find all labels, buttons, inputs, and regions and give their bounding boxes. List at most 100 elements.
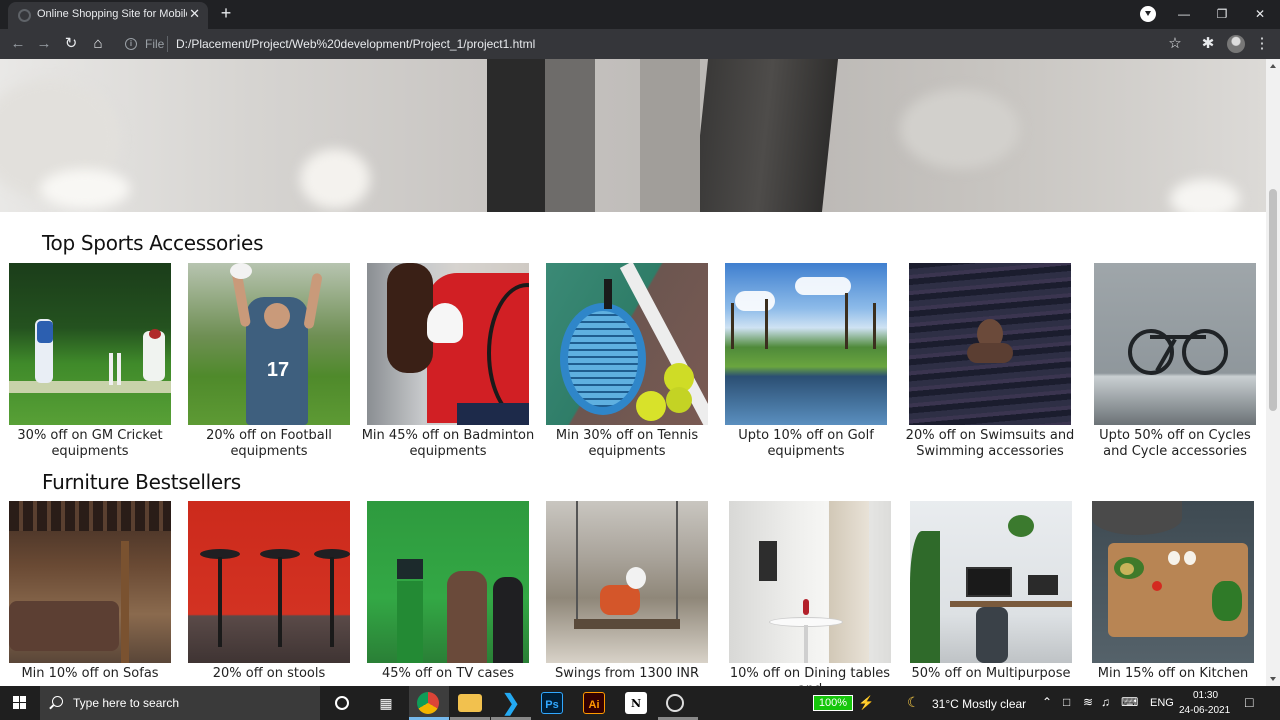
back-icon[interactable]: ← (8, 34, 28, 54)
windows-taskbar: Type here to search ▦ ❯ Ps Ai N 100% ⚡ ☾… (0, 686, 1280, 720)
minimize-button[interactable]: — (1165, 0, 1203, 29)
browser-tab[interactable]: Online Shopping Site for Mobiles ✕ (8, 2, 208, 29)
close-window-button[interactable]: ✕ (1241, 0, 1279, 29)
illustrator-icon[interactable]: Ai (583, 692, 605, 714)
product-caption: Min 45% off on Badminton equipments (361, 428, 535, 459)
dining-table-image[interactable] (729, 501, 891, 663)
product-caption: 45% off on TV cases (381, 666, 515, 681)
battery-indicator[interactable]: 100% (813, 695, 853, 711)
product-caption: 10% off on Dining tables and (729, 666, 891, 686)
cycle-image[interactable] (1094, 263, 1256, 425)
product-caption: Upto 50% off on Cycles and Cycle accesso… (1099, 428, 1251, 459)
section-title-sports: Top Sports Accessories (42, 231, 264, 255)
browser-tab-bar: Online Shopping Site for Mobiles ✕ + — ❐… (0, 0, 1280, 29)
product-card-tv-cases[interactable]: 45% off on TV cases (367, 501, 529, 682)
url-scheme-label: File (145, 37, 165, 51)
reload-icon[interactable]: ↻ (61, 34, 81, 54)
product-card-multipurpose[interactable]: 50% off on Multipurpose (910, 501, 1072, 682)
extensions-icon[interactable]: ✱ (1198, 34, 1218, 54)
product-caption: Swings from 1300 INR (554, 666, 700, 681)
address-bar[interactable]: D:/Placement/Project/Web%20development/P… (176, 37, 535, 51)
tennis-image[interactable] (546, 263, 708, 425)
device-icon[interactable]: □ (1063, 695, 1070, 709)
product-caption: 20% off on stools (212, 666, 326, 681)
obs-icon[interactable] (666, 694, 684, 712)
badminton-image[interactable] (367, 263, 529, 425)
tv-case-image[interactable] (367, 501, 529, 663)
product-card-cricket[interactable]: 30% off on GM Cricket equipments (9, 263, 171, 460)
product-card-stools[interactable]: 20% off on stools (188, 501, 350, 682)
product-caption: 20% off on Swimsuits and Swimming access… (905, 428, 1075, 459)
stools-image[interactable] (188, 501, 350, 663)
profile-avatar-icon[interactable] (1227, 35, 1245, 53)
product-card-tennis[interactable]: Min 30% off on Tennis equipments (546, 263, 708, 460)
charging-plug-icon: ⚡ (858, 695, 875, 710)
product-card-football[interactable]: 17 20% off on Football equipments (188, 263, 350, 460)
site-info-icon[interactable]: i (125, 38, 137, 50)
tab-title: Online Shopping Site for Mobiles (37, 8, 187, 20)
volume-icon[interactable]: ♫ (1101, 695, 1110, 709)
weather-moon-icon[interactable]: ☾ (907, 694, 920, 711)
product-caption: 30% off on GM Cricket equipments (17, 428, 163, 459)
windows-start-icon[interactable] (13, 696, 27, 710)
product-caption: Min 15% off on Kitchen (1097, 666, 1249, 681)
football-image[interactable]: 17 (188, 263, 350, 425)
task-view-icon[interactable]: ▦ (374, 691, 398, 715)
clock-time[interactable]: 01:30 (1193, 690, 1218, 701)
swimming-image[interactable] (909, 263, 1071, 425)
product-caption: 20% off on Football equipments (206, 428, 332, 459)
keyboard-icon[interactable]: ⌨ (1121, 695, 1138, 709)
product-card-dining-tables[interactable]: 10% off on Dining tables and (729, 501, 891, 686)
photoshop-icon[interactable]: Ps (541, 692, 563, 714)
product-caption: 50% off on Multipurpose (911, 666, 1071, 681)
product-caption: Upto 10% off on Golf equipments (738, 428, 874, 459)
address-separator (167, 36, 168, 52)
page-scrollbar[interactable] (1266, 59, 1280, 686)
tab-search-icon[interactable] (1140, 6, 1156, 22)
maximize-button[interactable]: ❐ (1203, 0, 1241, 29)
product-card-kitchen[interactable]: Min 15% off on Kitchen (1092, 501, 1254, 682)
home-icon[interactable]: ⌂ (88, 34, 108, 54)
product-card-badminton[interactable]: Min 45% off on Badminton equipments (362, 263, 534, 460)
file-explorer-icon[interactable] (458, 694, 482, 712)
menu-kebab-icon[interactable]: ⋮ (1252, 34, 1272, 54)
search-icon (52, 696, 63, 707)
clock-date[interactable]: 24-06-2021 (1179, 705, 1230, 716)
bookmark-star-icon[interactable]: ☆ (1165, 34, 1185, 54)
notion-icon[interactable]: N (625, 692, 647, 714)
chrome-icon[interactable] (417, 692, 439, 714)
new-tab-button[interactable]: + (216, 3, 236, 23)
cricket-image[interactable] (9, 263, 171, 425)
hero-banner-image (0, 59, 1266, 212)
golf-image[interactable] (725, 263, 887, 425)
cortana-icon[interactable] (335, 696, 349, 710)
browser-toolbar: ← → ↻ ⌂ i File D:/Placement/Project/Web%… (0, 29, 1280, 59)
product-card-sofas[interactable]: Min 10% off on Sofas (9, 501, 171, 682)
product-caption: Min 30% off on Tennis equipments (555, 428, 699, 459)
close-tab-icon[interactable]: ✕ (189, 6, 200, 22)
sofa-image[interactable] (9, 501, 171, 663)
product-caption: Min 10% off on Sofas (21, 666, 159, 681)
search-placeholder: Type here to search (73, 696, 180, 710)
scroll-up-icon[interactable] (1270, 64, 1276, 68)
weather-text[interactable]: 31°C Mostly clear (932, 697, 1026, 711)
page-viewport: Top Sports Accessories 30% off on GM Cri… (0, 59, 1266, 686)
forward-icon[interactable]: → (34, 34, 54, 54)
product-card-swimming[interactable]: 20% off on Swimsuits and Swimming access… (906, 263, 1074, 460)
language-indicator[interactable]: ENG (1150, 697, 1174, 709)
desk-image[interactable] (910, 501, 1072, 663)
product-card-golf[interactable]: Upto 10% off on Golf equipments (725, 263, 887, 460)
product-card-cycles[interactable]: Upto 50% off on Cycles and Cycle accesso… (1094, 263, 1256, 460)
section-title-furniture: Furniture Bestsellers (42, 470, 241, 494)
page-favicon-icon (18, 9, 31, 22)
swing-image[interactable] (546, 501, 708, 663)
scroll-down-icon[interactable] (1270, 677, 1276, 681)
notifications-icon[interactable]: □ (1245, 694, 1253, 710)
taskbar-search-box[interactable]: Type here to search (40, 686, 320, 720)
wifi-icon[interactable]: ≋ (1083, 695, 1093, 709)
vscode-icon[interactable]: ❯ (499, 691, 523, 715)
kitchen-image[interactable] (1092, 501, 1254, 663)
show-hidden-icons-icon[interactable]: ⌃ (1042, 695, 1052, 709)
product-card-swings[interactable]: Swings from 1300 INR (546, 501, 708, 682)
scrollbar-thumb[interactable] (1269, 189, 1277, 411)
